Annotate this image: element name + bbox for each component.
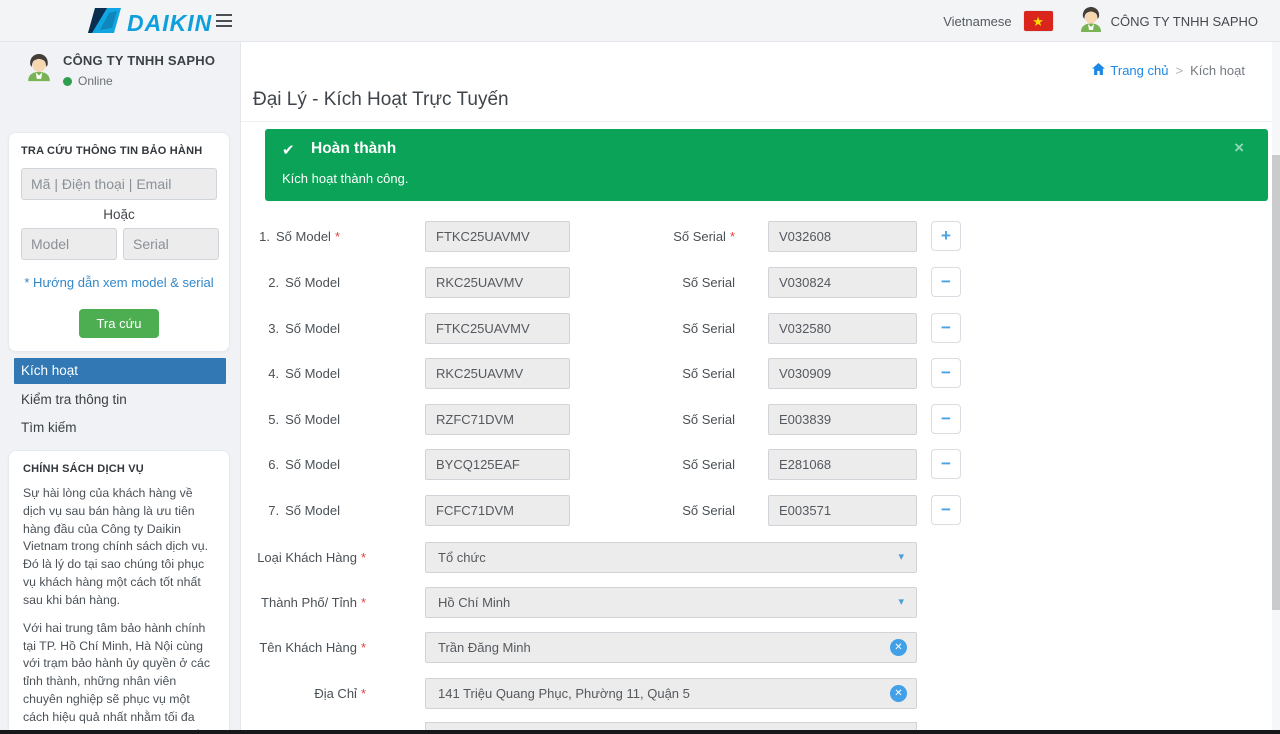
model-label: 6.Số Model bbox=[240, 449, 340, 480]
alert-title: Hoàn thành bbox=[311, 140, 396, 158]
lookup-card-title: TRA CỨU THÔNG TIN BẢO HÀNH bbox=[21, 145, 217, 157]
close-icon[interactable]: × bbox=[1234, 139, 1244, 156]
sidebar-user-panel: CÔNG TY TNHH SAPHO Online bbox=[26, 52, 215, 88]
city-row: Thành Phố/ Tỉnh* Hồ Chí Minh ▾ bbox=[0, 587, 1280, 618]
model-serial-row: 6.Số Model Số Serial − bbox=[0, 449, 1280, 480]
city-select[interactable]: Hồ Chí Minh ▾ bbox=[425, 587, 917, 618]
user-avatar-icon bbox=[26, 52, 52, 88]
check-icon: ✔ bbox=[282, 141, 295, 159]
breadcrumb: Trang chủ > Kích hoạt bbox=[1092, 63, 1245, 78]
clear-input-icon[interactable]: ✕ bbox=[890, 639, 907, 656]
language-label[interactable]: Vietnamese bbox=[943, 14, 1011, 29]
serial-label: Số Serial bbox=[620, 449, 735, 480]
customer-name-row: Tên Khách Hàng* Trần Đăng Minh ✕ bbox=[0, 632, 1280, 663]
lookup-code-input[interactable] bbox=[21, 168, 217, 200]
page-title: Đại Lý - Kích Hoạt Trực Tuyến bbox=[253, 89, 509, 111]
serial-label: Số Serial bbox=[620, 358, 735, 389]
address-row: Địa Chỉ* 141 Triệu Quang Phục, Phường 11… bbox=[0, 678, 1280, 709]
serial-label: Số Serial* bbox=[620, 221, 735, 252]
daikin-logo[interactable]: DAIKIN bbox=[88, 7, 212, 39]
breadcrumb-current: Kích hoạt bbox=[1190, 63, 1245, 78]
online-dot-icon bbox=[63, 77, 72, 86]
scrollbar bbox=[1272, 42, 1280, 734]
header-user-name: CÔNG TY TNHH SAPHO bbox=[1111, 14, 1258, 29]
serial-input[interactable] bbox=[768, 404, 917, 435]
alert-message: Kích hoạt thành công. bbox=[282, 171, 408, 186]
breadcrumb-home-link[interactable]: Trang chủ bbox=[1092, 63, 1168, 78]
remove-row-button[interactable]: − bbox=[931, 449, 961, 479]
model-serial-row: 7.Số Model Số Serial − bbox=[0, 495, 1280, 526]
model-input[interactable] bbox=[425, 267, 570, 298]
serial-input[interactable] bbox=[768, 267, 917, 298]
chevron-down-icon: ▾ bbox=[898, 543, 904, 572]
customer-name-label: Tên Khách Hàng* bbox=[240, 632, 366, 663]
remove-row-button[interactable]: − bbox=[931, 313, 961, 343]
top-header: DAIKIN Vietnamese ★ CÔNG TY TNHH SAPHO bbox=[0, 0, 1280, 42]
remove-row-button[interactable]: − bbox=[931, 495, 961, 525]
address-input[interactable]: 141 Triệu Quang Phục, Phường 11, Quận 5 … bbox=[425, 678, 917, 709]
model-serial-row: 4.Số Model Số Serial − bbox=[0, 358, 1280, 389]
add-row-button[interactable]: + bbox=[931, 221, 961, 251]
model-input[interactable] bbox=[425, 495, 570, 526]
header-right-group: Vietnamese ★ CÔNG TY TNHH SAPHO bbox=[943, 0, 1258, 42]
title-divider bbox=[241, 121, 1272, 122]
serial-input[interactable] bbox=[768, 313, 917, 344]
model-label: 5.Số Model bbox=[240, 404, 340, 435]
serial-label: Số Serial bbox=[620, 313, 735, 344]
header-user-menu[interactable]: CÔNG TY TNHH SAPHO bbox=[1079, 6, 1258, 37]
customer-name-input[interactable]: Trần Đăng Minh ✕ bbox=[425, 632, 917, 663]
online-status: Online bbox=[63, 74, 215, 88]
model-label: 4.Số Model bbox=[240, 358, 340, 389]
chevron-down-icon: ▾ bbox=[898, 588, 904, 617]
home-icon bbox=[1092, 63, 1105, 78]
model-serial-row: 5.Số Model Số Serial − bbox=[0, 404, 1280, 435]
brand-name: DAIKIN bbox=[127, 10, 212, 37]
clear-input-icon[interactable]: ✕ bbox=[890, 685, 907, 702]
serial-input[interactable] bbox=[768, 358, 917, 389]
model-input[interactable] bbox=[425, 221, 570, 252]
serial-input[interactable] bbox=[768, 495, 917, 526]
model-input[interactable] bbox=[425, 449, 570, 480]
customer-type-row: Loại Khách Hàng* Tổ chức ▾ bbox=[0, 542, 1280, 573]
serial-input[interactable] bbox=[768, 221, 917, 252]
model-label: 1.Số Model* bbox=[240, 221, 340, 252]
breadcrumb-separator: > bbox=[1175, 63, 1183, 78]
warranty-activation-page: DAIKIN Vietnamese ★ CÔNG TY TNHH SAPHO bbox=[0, 0, 1280, 734]
customer-type-select[interactable]: Tổ chức ▾ bbox=[425, 542, 917, 573]
model-input[interactable] bbox=[425, 404, 570, 435]
address-label: Địa Chỉ* bbox=[240, 678, 366, 709]
model-serial-row: 2.Số Model Số Serial − bbox=[0, 267, 1280, 298]
remove-row-button[interactable]: − bbox=[931, 358, 961, 388]
model-serial-row: 3.Số Model Số Serial − bbox=[0, 313, 1280, 344]
scrollbar-thumb[interactable] bbox=[1272, 155, 1280, 610]
serial-label: Số Serial bbox=[620, 267, 735, 298]
or-label: Hoặc bbox=[21, 207, 217, 222]
screen-bottom-edge bbox=[0, 730, 1280, 734]
city-label: Thành Phố/ Tỉnh* bbox=[240, 587, 366, 618]
user-avatar-icon bbox=[1079, 6, 1103, 37]
hamburger-menu-icon[interactable] bbox=[216, 14, 232, 27]
model-label: 2.Số Model bbox=[240, 267, 340, 298]
success-alert: ✔ Hoàn thành Kích hoạt thành công. × bbox=[265, 129, 1268, 201]
sidebar-user-name: CÔNG TY TNHH SAPHO bbox=[63, 53, 215, 68]
model-label: 7.Số Model bbox=[240, 495, 340, 526]
model-label: 3.Số Model bbox=[240, 313, 340, 344]
serial-label: Số Serial bbox=[620, 404, 735, 435]
serial-input[interactable] bbox=[768, 449, 917, 480]
model-input[interactable] bbox=[425, 358, 570, 389]
remove-row-button[interactable]: − bbox=[931, 404, 961, 434]
customer-type-label: Loại Khách Hàng* bbox=[240, 542, 366, 573]
serial-label: Số Serial bbox=[620, 495, 735, 526]
model-input[interactable] bbox=[425, 313, 570, 344]
vietnam-flag-icon[interactable]: ★ bbox=[1024, 11, 1053, 31]
model-serial-row: 1.Số Model* Số Serial* + bbox=[0, 221, 1280, 252]
daikin-logo-icon bbox=[88, 7, 121, 39]
remove-row-button[interactable]: − bbox=[931, 267, 961, 297]
